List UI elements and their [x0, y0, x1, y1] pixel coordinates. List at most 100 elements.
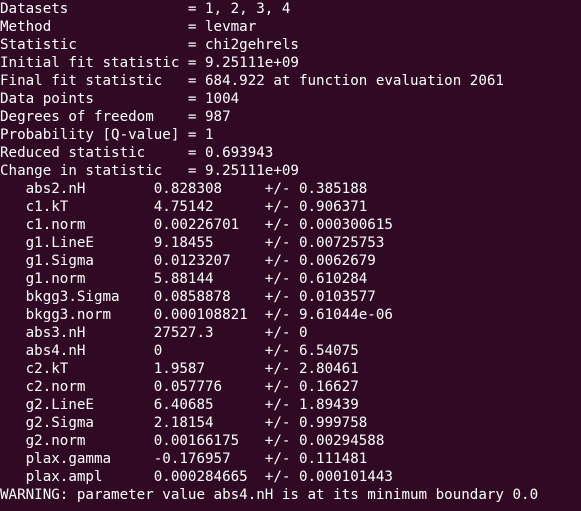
param-error: 0.0062679 — [298, 253, 376, 269]
param-name: g2.LineE — [0, 397, 154, 413]
summary-line: Probability [Q-value] = 1 — [0, 126, 581, 144]
param-plus-minus: +/- — [264, 307, 299, 323]
param-error: 0.00294588 — [298, 433, 385, 449]
summary-separator: = — [187, 1, 206, 17]
param-row: abs4.nH 0 +/- 6.54075 — [0, 342, 581, 360]
param-value: 0 — [153, 343, 265, 359]
param-name: g1.LineE — [0, 235, 154, 251]
param-name: bkgg3.Sigma — [0, 289, 154, 305]
param-row: g2.Sigma 2.18154 +/- 0.999758 — [0, 414, 581, 432]
param-value: 0.000108821 — [153, 307, 265, 323]
summary-separator: = — [187, 145, 206, 161]
param-error: 9.61044e-06 — [298, 307, 393, 323]
summary-value: 1004 — [205, 91, 240, 107]
param-plus-minus: +/- — [264, 253, 299, 269]
warning-line: WARNING: parameter value abs4.nH is at i… — [0, 487, 539, 503]
param-plus-minus: +/- — [264, 433, 299, 449]
param-name: abs3.nH — [0, 325, 154, 341]
param-row: g1.norm 5.88144 +/- 0.610284 — [0, 270, 581, 288]
param-name: abs2.nH — [0, 181, 154, 197]
param-error: 6.54075 — [298, 343, 359, 359]
summary-separator: = — [187, 109, 206, 125]
param-row: c1.kT 4.75142 +/- 0.906371 — [0, 198, 581, 216]
terminal-output[interactable]: Datasets = 1, 2, 3, 4 Method = levmar St… — [0, 0, 581, 511]
param-row: g1.LineE 9.18455 +/- 0.00725753 — [0, 234, 581, 252]
param-error: 0.385188 — [298, 181, 368, 197]
param-value: -0.176957 — [153, 451, 265, 467]
summary-separator: = — [187, 73, 206, 89]
param-plus-minus: +/- — [264, 289, 299, 305]
param-error: 0.000101443 — [298, 469, 393, 485]
summary-line: Reduced statistic = 0.693943 — [0, 144, 581, 162]
param-row: g2.LineE 6.40685 +/- 1.89439 — [0, 396, 581, 414]
summary-separator: = — [187, 19, 206, 35]
param-name: g1.Sigma — [0, 253, 154, 269]
summary-separator: = — [187, 127, 206, 143]
summary-line: Statistic = chi2gehrels — [0, 36, 581, 54]
param-plus-minus: +/- — [264, 181, 299, 197]
param-name: bkgg3.norm — [0, 307, 154, 323]
param-plus-minus: +/- — [264, 217, 299, 233]
param-plus-minus: +/- — [264, 451, 299, 467]
summary-separator: = — [187, 91, 206, 107]
param-plus-minus: +/- — [264, 343, 299, 359]
param-name: abs4.nH — [0, 343, 154, 359]
param-error: 0 — [298, 325, 308, 341]
param-value: 9.18455 — [153, 235, 265, 251]
param-value: 0.828308 — [153, 181, 265, 197]
param-row: bkgg3.Sigma 0.0858878 +/- 0.0103577 — [0, 288, 581, 306]
summary-line: Method = levmar — [0, 18, 581, 36]
param-plus-minus: +/- — [264, 199, 299, 215]
param-error: 2.80461 — [298, 361, 359, 377]
summary-line: Datasets = 1, 2, 3, 4 — [0, 0, 581, 18]
summary-line: Degrees of freedom = 987 — [0, 108, 581, 126]
param-name: c1.kT — [0, 199, 154, 215]
summary-value: 1 — [205, 127, 214, 143]
param-value: 0.00166175 — [153, 433, 265, 449]
param-plus-minus: +/- — [264, 361, 299, 377]
summary-value: 987 — [205, 109, 231, 125]
param-plus-minus: +/- — [264, 271, 299, 287]
param-value: 2.18154 — [153, 415, 265, 431]
summary-label: Change in statistic — [0, 163, 188, 179]
param-value: 6.40685 — [153, 397, 265, 413]
param-value: 0.0123207 — [153, 253, 265, 269]
summary-label: Reduced statistic — [0, 145, 188, 161]
param-value: 5.88144 — [153, 271, 265, 287]
summary-label: Final fit statistic — [0, 73, 188, 89]
param-error: 0.000300615 — [298, 217, 393, 233]
summary-label: Statistic — [0, 37, 188, 53]
summary-value: 9.25111e+09 — [205, 163, 299, 179]
param-row: plax.ampl 0.000284665 +/- 0.000101443 — [0, 468, 581, 486]
summary-line: Data points = 1004 — [0, 90, 581, 108]
param-name: c1.norm — [0, 217, 154, 233]
summary-line: Initial fit statistic = 9.25111e+09 — [0, 54, 581, 72]
param-error: 0.00725753 — [298, 235, 385, 251]
param-name: c2.norm — [0, 379, 154, 395]
param-name: plax.gamma — [0, 451, 154, 467]
param-value: 0.057776 — [153, 379, 265, 395]
param-value: 1.9587 — [153, 361, 265, 377]
summary-line: Final fit statistic = 684.922 at functio… — [0, 72, 581, 90]
param-row: g1.Sigma 0.0123207 +/- 0.0062679 — [0, 252, 581, 270]
param-value: 0.00226701 — [153, 217, 265, 233]
summary-separator: = — [187, 55, 206, 71]
param-error: 0.610284 — [298, 271, 368, 287]
param-row: abs3.nH 27527.3 +/- 0 — [0, 324, 581, 342]
param-row: g2.norm 0.00166175 +/- 0.00294588 — [0, 432, 581, 450]
param-value: 0.000284665 — [153, 469, 265, 485]
param-error: 0.0103577 — [298, 289, 376, 305]
param-name: g2.Sigma — [0, 415, 154, 431]
param-name: c2.kT — [0, 361, 154, 377]
param-row: plax.gamma -0.176957 +/- 0.111481 — [0, 450, 581, 468]
summary-value: levmar — [205, 19, 257, 35]
param-error: 1.89439 — [298, 397, 359, 413]
summary-value: 1, 2, 3, 4 — [205, 1, 291, 17]
summary-line: Change in statistic = 9.25111e+09 — [0, 162, 581, 180]
param-row: c1.norm 0.00226701 +/- 0.000300615 — [0, 216, 581, 234]
summary-value: 9.25111e+09 — [205, 55, 299, 71]
param-error: 0.16627 — [298, 379, 359, 395]
summary-label: Datasets — [0, 1, 188, 17]
param-value: 0.0858878 — [153, 289, 265, 305]
param-name: g1.norm — [0, 271, 154, 287]
